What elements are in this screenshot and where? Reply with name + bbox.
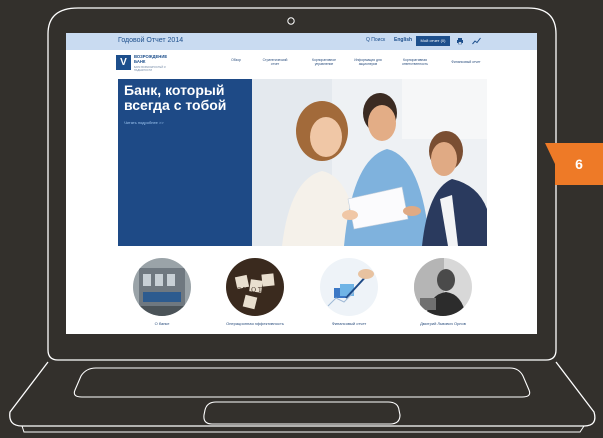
bank-logo[interactable]: V ВОЗРОЖДЕНИЕ БАНК БАНК ВОЗМОЖНОСТЕЙ И Н… bbox=[116, 54, 176, 73]
page-badge-notch bbox=[545, 143, 555, 164]
my-report-button[interactable]: Мой отчет (0) bbox=[416, 36, 450, 46]
circle-about-bank[interactable] bbox=[133, 258, 191, 316]
nav-item-responsibility[interactable]: Корпоративная ответственность bbox=[396, 58, 434, 66]
nav-item-financial[interactable]: Финансовый отчет bbox=[446, 60, 486, 64]
print-icon[interactable] bbox=[456, 37, 464, 48]
hero-more-link[interactable]: Читать подробнее >> bbox=[124, 120, 164, 125]
circle-financial-report[interactable] bbox=[320, 258, 378, 316]
nav-item-overview[interactable]: Обзор bbox=[224, 58, 248, 62]
page-number-badge: 6 bbox=[555, 143, 603, 185]
caption-efficiency[interactable]: Операционная эффективность bbox=[210, 321, 300, 326]
hero-headline: Банк, который всегда с тобой bbox=[124, 82, 227, 113]
caption-about-bank[interactable]: О банке bbox=[122, 321, 202, 326]
caption-financial-report[interactable]: Финансовый отчет bbox=[309, 321, 389, 326]
circle-efficiency[interactable]: S W O T bbox=[226, 258, 284, 316]
logo-tagline: БАНК ВОЗМОЖНОСТЕЙ И НАДЕЖНОСТИ bbox=[134, 66, 166, 72]
search-link[interactable]: Q Поиск bbox=[366, 37, 385, 43]
hero-photo bbox=[252, 79, 487, 246]
nav-item-strategy[interactable]: Стратегический отчет bbox=[258, 58, 292, 66]
report-title[interactable]: Годовой Отчет 2014 bbox=[118, 37, 183, 44]
site-topbar: Годовой Отчет 2014 Q Поиск English Мой о… bbox=[66, 33, 537, 50]
nav-item-governance[interactable]: Корпоративное управление bbox=[306, 58, 342, 66]
chart-icon[interactable] bbox=[472, 37, 481, 48]
logo-mark: V bbox=[116, 55, 131, 70]
svg-text:S W O T: S W O T bbox=[237, 287, 262, 294]
website-screen: Годовой Отчет 2014 Q Поиск English Мой о… bbox=[66, 33, 537, 334]
language-switch[interactable]: English bbox=[394, 37, 412, 43]
nav-item-shareholders[interactable]: Информация для акционеров bbox=[350, 58, 386, 66]
hero-banner: Банк, который всегда с тобой Читать подр… bbox=[118, 79, 252, 246]
logo-name: ВОЗРОЖДЕНИЕ БАНК bbox=[134, 54, 168, 64]
caption-ceo[interactable]: Дмитрий Львович Орлов bbox=[397, 321, 489, 326]
circle-ceo-portrait[interactable] bbox=[414, 258, 472, 316]
